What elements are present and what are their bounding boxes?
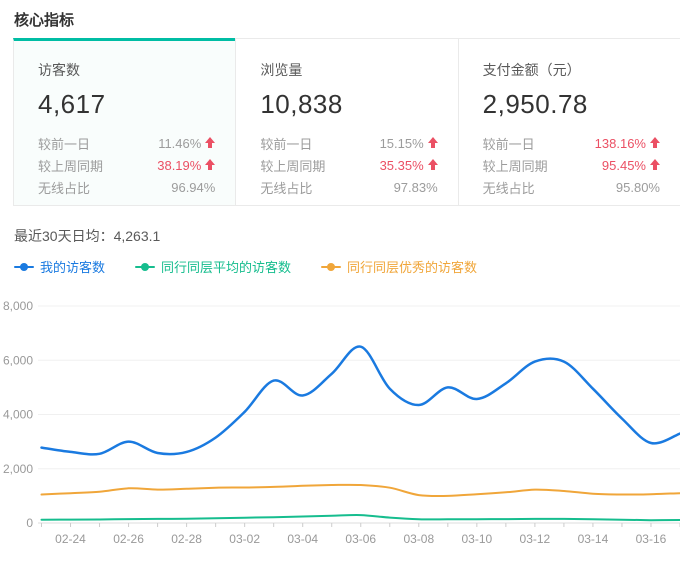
series-line-1: [42, 515, 680, 520]
row-label: 较上周同期: [260, 156, 325, 175]
metric-row: 无线占比 95.80%: [483, 176, 660, 198]
metric-row: 较前一日 138.16%: [483, 132, 660, 154]
arrow-up-icon: [650, 159, 660, 171]
legend-item-my-visitors[interactable]: 我的访客数: [14, 257, 105, 276]
row-value: 96.94%: [171, 180, 215, 195]
x-axis-tick-label: 03-06: [345, 532, 376, 546]
metric-rows: 较前一日 138.16% 较上周同期 95.45% 无线占比 95.80%: [483, 132, 660, 198]
legend-item-peer-excellent[interactable]: 同行同层优秀的访客数: [321, 257, 477, 276]
metric-rows: 较前一日 15.15% 较上周同期 35.35% 无线占比 97.83%: [260, 132, 437, 198]
metric-row: 较上周同期 38.19%: [38, 154, 215, 176]
x-axis-tick-label: 02-24: [55, 532, 86, 546]
y-axis-tick-label: 2,000: [3, 462, 33, 476]
metric-row: 较上周同期 35.35%: [260, 154, 437, 176]
metric-row: 较前一日 15.15%: [260, 132, 437, 154]
arrow-up-icon: [205, 137, 215, 149]
metric-row: 无线占比 96.94%: [38, 176, 215, 198]
legend-label: 同行同层平均的访客数: [161, 257, 291, 276]
y-axis-tick-label: 4,000: [3, 408, 33, 422]
x-axis-tick-label: 03-04: [287, 532, 318, 546]
x-axis-tick-label: 03-02: [229, 532, 260, 546]
page-title: 核心指标: [14, 9, 74, 30]
x-axis-tick-label: 03-14: [578, 532, 609, 546]
row-label: 无线占比: [260, 178, 312, 197]
arrow-up-icon: [428, 159, 438, 171]
row-label: 较前一日: [483, 134, 535, 153]
x-axis-tick-label: 02-26: [113, 532, 144, 546]
thirty-day-average-label: 最近30天日均：4,263.1: [14, 226, 160, 246]
y-axis-tick-label: 6,000: [3, 353, 33, 367]
y-axis-tick-label: 0: [26, 516, 33, 530]
legend-line-dot-icon: [135, 262, 155, 272]
legend-label: 同行同层优秀的访客数: [347, 257, 477, 276]
row-value: 11.46%: [158, 136, 201, 151]
row-value: 35.35%: [380, 158, 424, 173]
row-label: 无线占比: [38, 178, 90, 197]
chart-legend: 我的访客数 同行同层平均的访客数 同行同层优秀的访客数: [14, 257, 477, 276]
series-line-0: [42, 346, 680, 454]
metric-row: 较前一日 11.46%: [38, 132, 215, 154]
row-value: 95.80%: [616, 180, 660, 195]
row-value: 95.45%: [602, 158, 646, 173]
row-label: 无线占比: [483, 178, 535, 197]
metric-card-visitors[interactable]: 访客数 4,617 较前一日 11.46% 较上周同期 38.19% 无线占比 …: [13, 38, 235, 205]
metric-value: 10,838: [260, 89, 437, 120]
row-value: 138.16%: [595, 136, 646, 151]
x-axis-tick-label: 03-12: [520, 532, 551, 546]
y-axis-tick-label: 8,000: [3, 299, 33, 313]
legend-label: 我的访客数: [40, 257, 105, 276]
dashboard-page: 核心指标 访客数 4,617 较前一日 11.46% 较上周同期 38.19% …: [0, 0, 680, 562]
metric-value: 4,617: [38, 89, 215, 120]
metric-label: 支付金额（元）: [483, 60, 660, 80]
legend-line-dot-icon: [321, 262, 341, 272]
legend-line-dot-icon: [14, 262, 34, 272]
metric-label: 浏览量: [260, 60, 437, 80]
arrow-up-icon: [428, 137, 438, 149]
x-axis-tick-label: 03-08: [403, 532, 434, 546]
metric-row: 较上周同期 95.45%: [483, 154, 660, 176]
arrow-up-icon: [650, 137, 660, 149]
metric-card-payment[interactable]: 支付金额（元） 2,950.78 较前一日 138.16% 较上周同期 95.4…: [458, 38, 680, 205]
metric-value: 2,950.78: [483, 89, 660, 120]
x-axis-tick-label: 03-10: [461, 532, 492, 546]
metric-label: 访客数: [38, 60, 215, 80]
metric-card-pageviews[interactable]: 浏览量 10,838 较前一日 15.15% 较上周同期 35.35% 无线占比…: [235, 38, 457, 205]
row-label: 较上周同期: [483, 156, 548, 175]
row-label: 较前一日: [260, 134, 312, 153]
row-value: 38.19%: [157, 158, 201, 173]
metric-cards-row: 访客数 4,617 较前一日 11.46% 较上周同期 38.19% 无线占比 …: [13, 38, 680, 206]
legend-item-peer-average[interactable]: 同行同层平均的访客数: [135, 257, 291, 276]
row-value: 15.15%: [380, 136, 424, 151]
arrow-up-icon: [205, 159, 215, 171]
row-label: 较前一日: [38, 134, 90, 153]
series-line-2: [42, 485, 680, 496]
row-label: 较上周同期: [38, 156, 103, 175]
x-axis-tick-label: 02-28: [171, 532, 202, 546]
line-chart-svg: 0 2,000 4,000 6,000 8,000 02-24 02-26 02-28 03-0…: [0, 290, 680, 562]
row-value: 97.83%: [394, 180, 438, 195]
metric-rows: 较前一日 11.46% 较上周同期 38.19% 无线占比 96.94%: [38, 132, 215, 198]
x-axis-tick-label: 03-16: [636, 532, 667, 546]
metric-row: 无线占比 97.83%: [260, 176, 437, 198]
visitors-trend-chart: 0 2,000 4,000 6,000 8,000 02-24 02-26 02-28 03-0…: [0, 290, 680, 562]
